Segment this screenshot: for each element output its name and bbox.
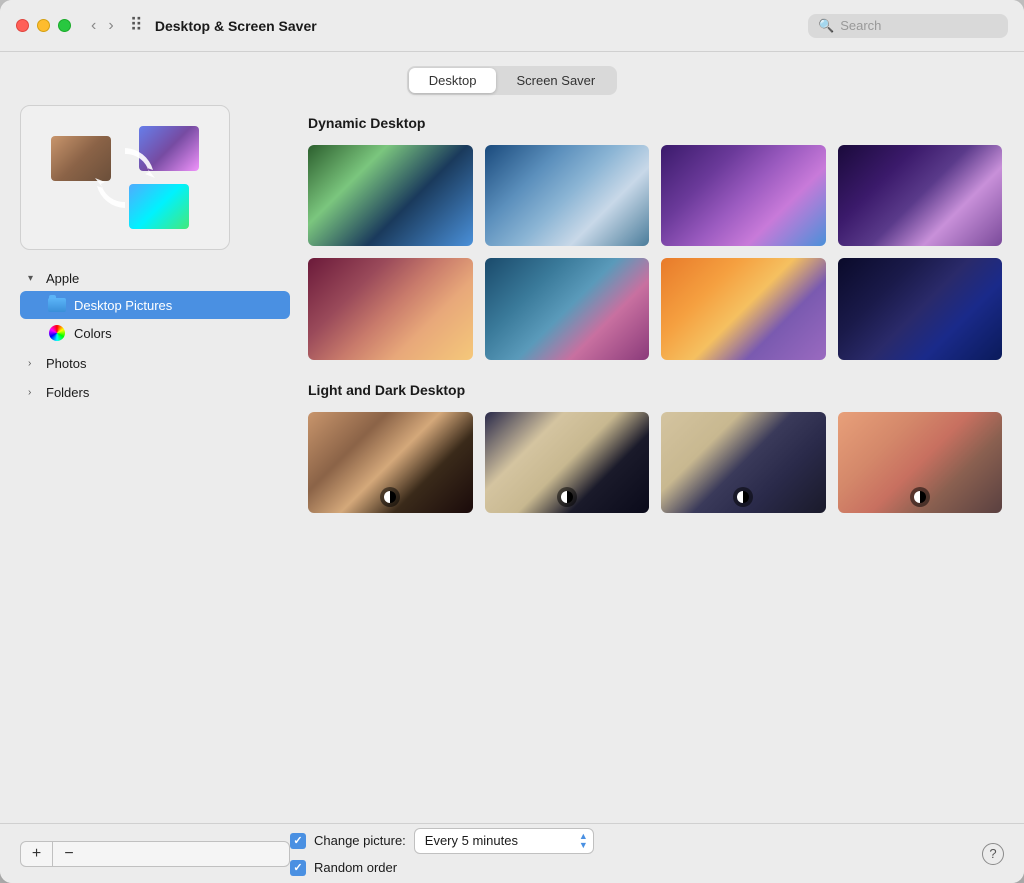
ld-badge-1 xyxy=(380,487,400,507)
preview-collage xyxy=(21,106,229,249)
light-dark-title: Light and Dark Desktop xyxy=(306,382,1004,398)
wallpaper-thumb-5[interactable] xyxy=(306,256,475,361)
random-order-checkbox[interactable] xyxy=(290,860,306,876)
remove-button[interactable]: − xyxy=(53,842,85,866)
colors-label: Colors xyxy=(74,326,112,341)
search-box[interactable]: 🔍 xyxy=(808,14,1008,38)
ld-icon-1 xyxy=(384,491,396,503)
light-dark-grid xyxy=(306,410,1004,515)
thumb-img-8 xyxy=(838,258,1003,359)
help-button[interactable]: ? xyxy=(982,843,1004,865)
random-order-row: Random order xyxy=(290,860,594,876)
bottom-left: + − xyxy=(20,841,290,867)
tab-screensaver[interactable]: Screen Saver xyxy=(496,68,615,93)
tabs-row: Desktop Screen Saver xyxy=(0,52,1024,105)
wallpaper-thumb-4[interactable] xyxy=(836,143,1005,248)
wallpaper-thumb-8[interactable] xyxy=(836,256,1005,361)
folders-section-label: Folders xyxy=(46,385,89,400)
thumb-img-3 xyxy=(661,145,826,246)
tab-container: Desktop Screen Saver xyxy=(407,66,617,95)
folder-icon xyxy=(48,296,66,314)
window-title: Desktop & Screen Saver xyxy=(155,18,317,34)
titlebar: ‹ › ⠿ Desktop & Screen Saver 🔍 xyxy=(0,0,1024,52)
wallpaper-thumb-7[interactable] xyxy=(659,256,828,361)
thumb-img-6 xyxy=(485,258,650,359)
sidebar-item-colors[interactable]: Colors xyxy=(20,319,290,347)
checkboxes-group: Change picture: Every 5 minutes Every 1 … xyxy=(290,828,594,880)
maximize-button[interactable] xyxy=(58,19,71,32)
nav-buttons: ‹ › xyxy=(87,15,118,37)
sidebar-section-photos: › Photos xyxy=(20,351,290,376)
ld-icon-4 xyxy=(914,491,926,503)
minimize-button[interactable] xyxy=(37,19,50,32)
color-wheel-icon xyxy=(49,325,65,341)
thumb-img-4 xyxy=(838,145,1003,246)
thumb-img-5 xyxy=(308,258,473,359)
folders-section-header[interactable]: › Folders xyxy=(20,380,290,405)
chevron-right-icon: › xyxy=(28,358,40,369)
wallpaper-thumb-2[interactable] xyxy=(483,143,652,248)
ld-thumb-2[interactable] xyxy=(483,410,652,515)
photos-section-header[interactable]: › Photos xyxy=(20,351,290,376)
main-content: ▾ Apple Desktop Pictures Colors xyxy=(0,105,1024,823)
search-input[interactable] xyxy=(840,18,998,33)
chevron-down-icon: ▾ xyxy=(28,273,40,284)
sidebar: ▾ Apple Desktop Pictures Colors xyxy=(20,266,290,823)
right-panel: Dynamic Desktop Light and Dark Desktop xyxy=(306,105,1004,823)
dynamic-desktop-title: Dynamic Desktop xyxy=(306,115,1004,131)
change-picture-checkbox[interactable] xyxy=(290,833,306,849)
dynamic-desktop-grid xyxy=(306,143,1004,362)
add-button[interactable]: + xyxy=(21,842,53,866)
thumb-img-7 xyxy=(661,258,826,359)
dynamic-desktop-section: Dynamic Desktop xyxy=(306,115,1004,362)
random-order-label: Random order xyxy=(314,860,397,875)
search-icon: 🔍 xyxy=(818,18,834,34)
light-dark-section: Light and Dark Desktop xyxy=(306,382,1004,515)
wallpaper-thumb-3[interactable] xyxy=(659,143,828,248)
folder-shape xyxy=(48,298,66,312)
desktop-pictures-label: Desktop Pictures xyxy=(74,298,172,313)
ld-icon-2 xyxy=(561,491,573,503)
ld-badge-3 xyxy=(733,487,753,507)
thumb-img-1 xyxy=(308,145,473,246)
forward-button[interactable]: › xyxy=(104,15,117,37)
close-button[interactable] xyxy=(16,19,29,32)
change-picture-label: Change picture: xyxy=(314,833,406,848)
apple-section-label: Apple xyxy=(46,271,79,286)
ld-badge-4 xyxy=(910,487,930,507)
tab-desktop[interactable]: Desktop xyxy=(409,68,497,93)
wallpaper-thumb-6[interactable] xyxy=(483,256,652,361)
window: ‹ › ⠿ Desktop & Screen Saver 🔍 Desktop S… xyxy=(0,0,1024,883)
ld-thumb-3[interactable] xyxy=(659,410,828,515)
colors-icon xyxy=(48,324,66,342)
chevron-right-icon-2: › xyxy=(28,387,40,398)
change-picture-row: Change picture: Every 5 minutes Every 1 … xyxy=(290,828,594,854)
interval-dropdown-wrapper: Every 5 minutes Every 1 minute Every 15 … xyxy=(414,828,594,854)
ld-thumb-1[interactable] xyxy=(306,410,475,515)
interval-dropdown[interactable]: Every 5 minutes Every 1 minute Every 15 … xyxy=(414,828,594,854)
bottom-bar: + − Change picture: Every 5 minutes Ever… xyxy=(0,823,1024,883)
wallpaper-thumb-1[interactable] xyxy=(306,143,475,248)
thumb-img-2 xyxy=(485,145,650,246)
grid-button[interactable]: ⠿ xyxy=(126,13,147,38)
preview-box xyxy=(20,105,230,250)
photos-section-label: Photos xyxy=(46,356,86,371)
arrows-overlay xyxy=(85,138,165,218)
bottom-right: Change picture: Every 5 minutes Every 1 … xyxy=(290,828,1004,880)
traffic-lights xyxy=(16,19,71,32)
sidebar-section-apple: ▾ Apple Desktop Pictures Colors xyxy=(20,266,290,347)
left-panel: ▾ Apple Desktop Pictures Colors xyxy=(20,105,290,823)
ld-thumb-4[interactable] xyxy=(836,410,1005,515)
ld-icon-3 xyxy=(737,491,749,503)
rotate-arrows-icon xyxy=(85,138,165,218)
sidebar-item-desktop-pictures[interactable]: Desktop Pictures xyxy=(20,291,290,319)
add-remove-buttons: + − xyxy=(20,841,290,867)
ld-badge-2 xyxy=(557,487,577,507)
apple-section-header[interactable]: ▾ Apple xyxy=(20,266,290,291)
sidebar-section-folders: › Folders xyxy=(20,380,290,405)
back-button[interactable]: ‹ xyxy=(87,15,100,37)
